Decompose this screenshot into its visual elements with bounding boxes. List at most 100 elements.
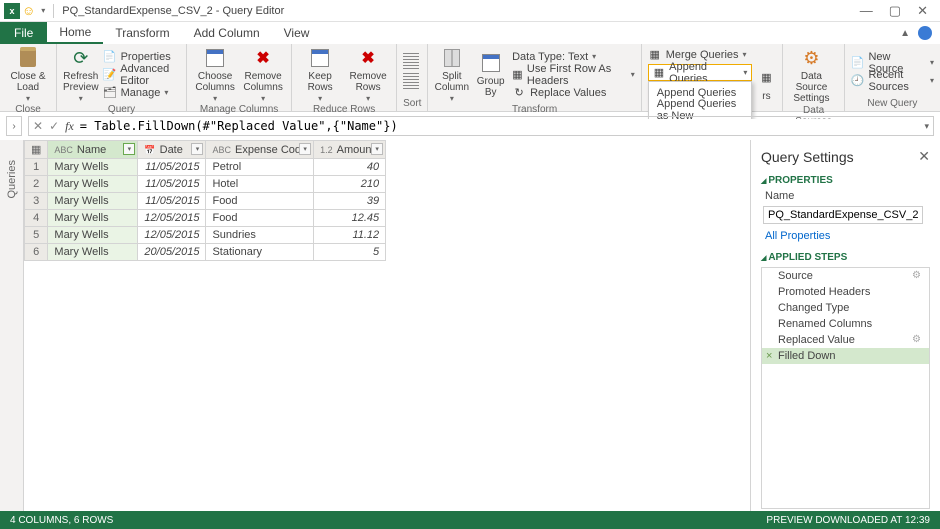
cell-date[interactable]: 12/05/2015: [138, 227, 206, 244]
table-row[interactable]: 6 Mary Wells 20/05/2015 Stationary 5: [25, 244, 386, 261]
row-number[interactable]: 4: [25, 210, 48, 227]
cell-date[interactable]: 12/05/2015: [138, 210, 206, 227]
cell-name[interactable]: Mary Wells: [48, 159, 138, 176]
remove-rows-button[interactable]: ✖RemoveRows: [346, 46, 390, 103]
applied-step[interactable]: Promoted Headers: [762, 284, 929, 300]
column-header-date[interactable]: 📅Date▾: [138, 141, 206, 159]
replace-values-button[interactable]: ↻Replace Values: [512, 84, 635, 101]
applied-step[interactable]: Replaced Value⚙: [762, 332, 929, 348]
file-tab[interactable]: File: [0, 22, 47, 44]
cell-amount[interactable]: 12.45: [314, 210, 386, 227]
cancel-formula-icon[interactable]: ✕: [33, 119, 43, 133]
filter-icon[interactable]: ▾: [123, 143, 135, 155]
cell-date[interactable]: 11/05/2015: [138, 176, 206, 193]
cell-date[interactable]: 20/05/2015: [138, 244, 206, 261]
rownum-header[interactable]: ▦: [25, 141, 48, 159]
cell-amount[interactable]: 39: [314, 193, 386, 210]
cell-amount[interactable]: 11.12: [314, 227, 386, 244]
addcolumn-tab[interactable]: Add Column: [182, 22, 272, 44]
view-tab[interactable]: View: [272, 22, 322, 44]
minimize-button[interactable]: —: [860, 3, 873, 19]
advanced-editor-button[interactable]: 📝Advanced Editor: [103, 66, 181, 83]
all-properties-link[interactable]: All Properties: [751, 226, 940, 246]
table-row[interactable]: 3 Mary Wells 11/05/2015 Food 39: [25, 193, 386, 210]
row-number[interactable]: 1: [25, 159, 48, 176]
cell-date[interactable]: 11/05/2015: [138, 159, 206, 176]
applied-step[interactable]: Source⚙: [762, 268, 929, 284]
fx-icon[interactable]: fx: [65, 119, 74, 134]
maximize-button[interactable]: ▢: [889, 3, 901, 19]
first-row-headers-button[interactable]: ▦Use First Row As Headers: [512, 66, 635, 83]
row-number[interactable]: 2: [25, 176, 48, 193]
applied-step[interactable]: Filled Down: [762, 348, 929, 364]
cell-name[interactable]: Mary Wells: [48, 193, 138, 210]
sort-desc-button[interactable]: [403, 73, 419, 91]
table-row[interactable]: 2 Mary Wells 11/05/2015 Hotel 210: [25, 176, 386, 193]
column-header-expense-code[interactable]: ABCExpense Code▾: [206, 141, 314, 159]
table-row[interactable]: 1 Mary Wells 11/05/2015 Petrol 40: [25, 159, 386, 176]
cell-amount[interactable]: 210: [314, 176, 386, 193]
cell-amount[interactable]: 40: [314, 159, 386, 176]
applied-steps-section[interactable]: APPLIED STEPS: [751, 246, 940, 265]
accept-formula-icon[interactable]: ✓: [49, 119, 59, 133]
recent-sources-button[interactable]: 🕘Recent Sources: [851, 72, 934, 89]
cell-expense-code[interactable]: Hotel: [206, 176, 314, 193]
step-settings-icon[interactable]: ⚙: [912, 334, 921, 345]
cell-expense-code[interactable]: Petrol: [206, 159, 314, 176]
cell-amount[interactable]: 5: [314, 244, 386, 261]
filter-icon[interactable]: ▾: [299, 143, 311, 155]
cell-expense-code[interactable]: Sundries: [206, 227, 314, 244]
refresh-preview-button[interactable]: ⟳RefreshPreview: [63, 46, 99, 103]
properties-section[interactable]: PROPERTIES: [751, 169, 940, 188]
cell-expense-code[interactable]: Food: [206, 210, 314, 227]
column-header-amount[interactable]: 1.2Amount▾: [314, 141, 386, 159]
manage-button[interactable]: 🗂Manage: [103, 84, 181, 101]
query-name-input[interactable]: [763, 206, 923, 224]
cell-expense-code[interactable]: Food: [206, 193, 314, 210]
cell-name[interactable]: Mary Wells: [48, 176, 138, 193]
feedback-icon[interactable]: ☺: [22, 3, 35, 18]
column-header-name[interactable]: ABCName▾: [48, 141, 138, 159]
filter-icon[interactable]: ▾: [191, 143, 203, 155]
settings-close-icon[interactable]: ✕: [918, 148, 930, 165]
group-by-button[interactable]: GroupBy: [473, 51, 508, 98]
cell-name[interactable]: Mary Wells: [48, 244, 138, 261]
group-sort: Sort: [403, 97, 421, 109]
table-row[interactable]: 5 Mary Wells 12/05/2015 Sundries 11.12: [25, 227, 386, 244]
group-new-query: New Query: [851, 97, 934, 109]
cell-name[interactable]: Mary Wells: [48, 210, 138, 227]
row-number[interactable]: 6: [25, 244, 48, 261]
help-icon[interactable]: [918, 26, 932, 40]
formula-input[interactable]: [80, 119, 919, 133]
applied-step[interactable]: Changed Type: [762, 300, 929, 316]
step-settings-icon[interactable]: ⚙: [912, 270, 921, 281]
row-number[interactable]: 3: [25, 193, 48, 210]
collapse-ribbon-icon[interactable]: ▲: [900, 28, 910, 39]
close-and-load-button[interactable]: Close &Load: [6, 46, 50, 103]
row-number[interactable]: 5: [25, 227, 48, 244]
split-column-button[interactable]: SplitColumn: [434, 46, 469, 103]
choose-columns-button[interactable]: ChooseColumns: [193, 46, 237, 103]
expand-queries-button[interactable]: ›: [6, 116, 22, 136]
combine-binaries-button[interactable]: ▦rs: [756, 66, 776, 102]
filter-icon[interactable]: ▾: [371, 143, 383, 155]
home-tab[interactable]: Home: [47, 22, 103, 44]
sort-asc-button[interactable]: [403, 53, 419, 71]
expand-formula-icon[interactable]: ▾: [924, 121, 929, 132]
cell-expense-code[interactable]: Stationary: [206, 244, 314, 261]
applied-step[interactable]: Renamed Columns: [762, 316, 929, 332]
cell-name[interactable]: Mary Wells: [48, 227, 138, 244]
keep-rows-button[interactable]: KeepRows: [298, 46, 342, 103]
queries-rail[interactable]: Queries: [0, 140, 24, 511]
transform-tab[interactable]: Transform: [103, 22, 181, 44]
table-row[interactable]: 4 Mary Wells 12/05/2015 Food 12.45: [25, 210, 386, 227]
data-source-settings-button[interactable]: ⚙Data SourceSettings: [789, 46, 833, 104]
qat-dropdown[interactable]: ▾: [37, 6, 49, 15]
append-queries-button[interactable]: ▦Append Queries: [648, 64, 753, 81]
data-grid[interactable]: ▦ABCName▾📅Date▾ABCExpense Code▾1.2Amount…: [24, 140, 750, 511]
remove-columns-button[interactable]: ✖RemoveColumns: [241, 46, 285, 103]
applied-steps-list: Source⚙Promoted HeadersChanged TypeRenam…: [761, 267, 930, 509]
status-right: PREVIEW DOWNLOADED AT 12:39: [766, 515, 930, 526]
close-button[interactable]: ✕: [917, 3, 928, 19]
cell-date[interactable]: 11/05/2015: [138, 193, 206, 210]
